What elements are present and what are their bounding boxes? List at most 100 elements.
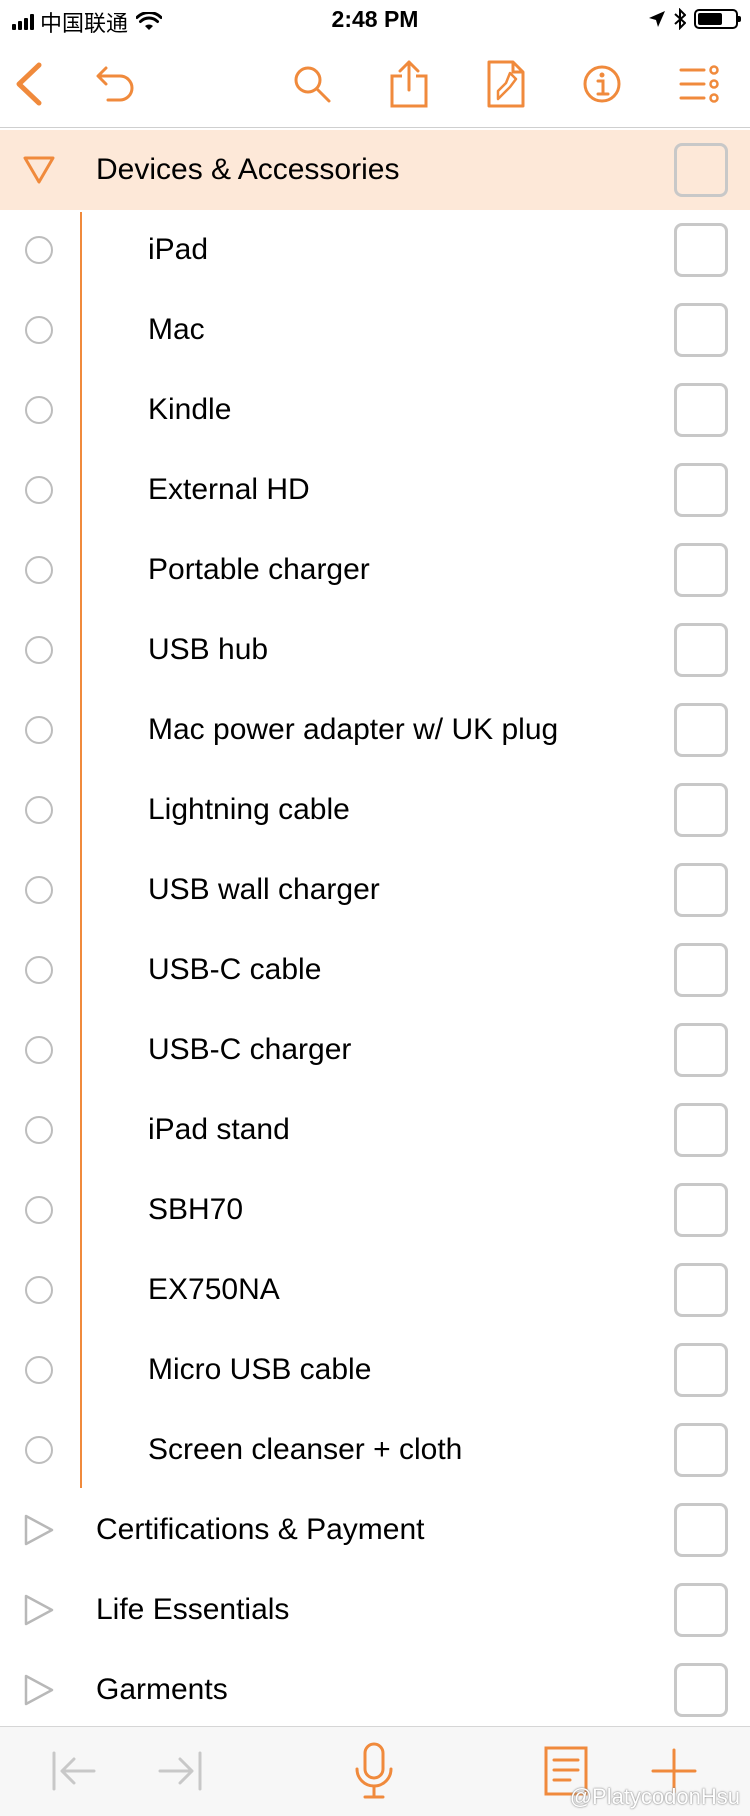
row-handle[interactable] — [22, 713, 56, 747]
disclosure-collapsed[interactable] — [22, 1513, 56, 1547]
row-checkbox[interactable] — [674, 1583, 728, 1637]
outline-row[interactable]: USB hub — [0, 610, 750, 690]
share-icon — [390, 60, 428, 108]
row-label: USB-C charger — [148, 1033, 352, 1066]
undo-button[interactable] — [88, 56, 144, 112]
row-label: Certifications & Payment — [96, 1513, 425, 1546]
row-checkbox[interactable] — [674, 703, 728, 757]
style-button[interactable] — [478, 56, 534, 112]
row-checkbox[interactable] — [674, 463, 728, 517]
outline-row[interactable]: Kindle — [0, 370, 750, 450]
triangle-right-icon — [24, 1514, 54, 1546]
row-checkbox[interactable] — [674, 1663, 728, 1717]
indent-button[interactable] — [150, 1741, 210, 1801]
row-handle[interactable] — [22, 233, 56, 267]
outline-row[interactable]: Mac — [0, 290, 750, 370]
disclosure-collapsed[interactable] — [22, 1673, 56, 1707]
outdent-button[interactable] — [44, 1741, 104, 1801]
outline-row[interactable]: Micro USB cable — [0, 1330, 750, 1410]
row-handle[interactable] — [22, 1273, 56, 1307]
row-label: USB hub — [148, 633, 269, 666]
outline-row[interactable]: USB wall charger — [0, 850, 750, 930]
row-checkbox[interactable] — [674, 863, 728, 917]
row-checkbox[interactable] — [674, 1023, 728, 1077]
bullet-circle-icon — [25, 476, 53, 504]
row-handle[interactable] — [22, 793, 56, 827]
row-label: USB-C cable — [148, 953, 322, 986]
outline-row[interactable]: SBH70 — [0, 1170, 750, 1250]
row-checkbox[interactable] — [674, 143, 728, 197]
row-label: Life Essentials — [96, 1593, 290, 1626]
bullet-circle-icon — [25, 1436, 53, 1464]
outline-row[interactable]: USB-C charger — [0, 1010, 750, 1090]
outline-row[interactable]: EX750NA — [0, 1250, 750, 1330]
row-checkbox[interactable] — [674, 1263, 728, 1317]
row-handle[interactable] — [22, 1113, 56, 1147]
bullet-circle-icon — [25, 876, 53, 904]
row-handle[interactable] — [22, 633, 56, 667]
row-label: Screen cleanser + cloth — [148, 1433, 463, 1466]
outline-row[interactable]: Portable charger — [0, 530, 750, 610]
bluetooth-icon — [674, 8, 686, 30]
row-checkbox[interactable] — [674, 783, 728, 837]
row-handle[interactable] — [22, 1033, 56, 1067]
bullet-circle-icon — [25, 956, 53, 984]
row-checkbox[interactable] — [674, 1423, 728, 1477]
row-checkbox[interactable] — [674, 303, 728, 357]
row-checkbox[interactable] — [674, 623, 728, 677]
outline-row-devices-accessories[interactable]: Devices & Accessories — [0, 130, 750, 210]
back-button[interactable] — [0, 56, 56, 112]
outline-row[interactable]: iPad — [0, 210, 750, 290]
row-handle[interactable] — [22, 873, 56, 907]
row-checkbox[interactable] — [674, 543, 728, 597]
row-label: iPad — [148, 233, 209, 266]
outline-row[interactable]: Screen cleanser + cloth — [0, 1410, 750, 1490]
outline-row-garments[interactable]: Garments — [0, 1650, 750, 1730]
bullet-circle-icon — [25, 1356, 53, 1384]
status-bar: 中国联通 2:48 PM — [0, 0, 750, 42]
outline-menu-button[interactable] — [672, 56, 728, 112]
outline-row[interactable]: Lightning cable — [0, 770, 750, 850]
row-checkbox[interactable] — [674, 1183, 728, 1237]
row-checkbox[interactable] — [674, 1343, 728, 1397]
row-handle[interactable] — [22, 393, 56, 427]
row-label: iPad stand — [148, 1113, 290, 1146]
row-checkbox[interactable] — [674, 1103, 728, 1157]
row-label: Lightning cable — [148, 793, 350, 826]
row-handle[interactable] — [22, 313, 56, 347]
outdent-icon — [52, 1751, 96, 1791]
row-label: Mac — [148, 313, 205, 346]
row-checkbox[interactable] — [674, 1503, 728, 1557]
share-button[interactable] — [381, 56, 437, 112]
outline-row-certifications-payment[interactable]: Certifications & Payment — [0, 1490, 750, 1570]
search-icon — [294, 66, 331, 103]
row-handle[interactable] — [22, 953, 56, 987]
outline-row-life-essentials[interactable]: Life Essentials — [0, 1570, 750, 1650]
bullet-circle-icon — [25, 236, 53, 264]
clock: 2:48 PM — [331, 6, 419, 32]
indent-icon — [158, 1751, 202, 1791]
row-handle[interactable] — [22, 473, 56, 507]
outline-row[interactable]: iPad stand — [0, 1090, 750, 1170]
outline-row[interactable]: External HD — [0, 450, 750, 530]
disclosure-collapsed[interactable] — [22, 1593, 56, 1627]
info-button[interactable] — [574, 56, 630, 112]
search-button[interactable] — [284, 56, 340, 112]
row-label: Mac power adapter w/ UK plug — [148, 713, 559, 746]
row-checkbox[interactable] — [674, 383, 728, 437]
bullet-circle-icon — [25, 1196, 53, 1224]
dictation-button[interactable] — [344, 1741, 404, 1801]
outline-row[interactable]: Mac power adapter w/ UK plug — [0, 690, 750, 770]
row-checkbox[interactable] — [674, 223, 728, 277]
row-label: Portable charger — [148, 553, 370, 586]
row-checkbox[interactable] — [674, 943, 728, 997]
row-handle[interactable] — [22, 553, 56, 587]
outline-row[interactable]: USB-C cable — [0, 930, 750, 1010]
row-label: Kindle — [148, 393, 232, 426]
triangle-right-icon — [24, 1674, 54, 1706]
row-handle[interactable] — [22, 1433, 56, 1467]
row-handle[interactable] — [22, 1353, 56, 1387]
row-handle[interactable] — [22, 1193, 56, 1227]
disclosure-expanded[interactable] — [22, 153, 56, 187]
bullet-circle-icon — [25, 1116, 53, 1144]
